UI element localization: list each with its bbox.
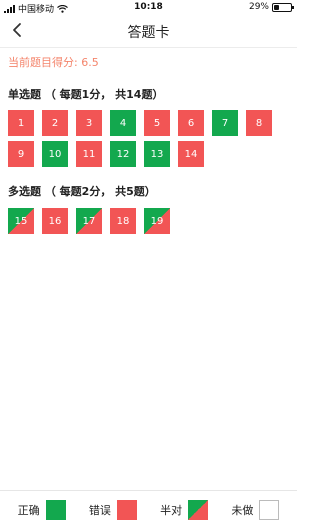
wrong-swatch	[116, 499, 137, 520]
question-cell[interactable]: 13	[144, 141, 170, 167]
question-number: 9	[17, 148, 25, 160]
correct-swatch	[45, 499, 66, 520]
legend-correct-label: 正确	[17, 503, 40, 517]
question-number: 8	[255, 117, 263, 129]
single-choice-grid: 1 2 3 4 5 6 7 8 9 10 11 12 13 14	[8, 110, 293, 167]
question-number: 6	[187, 117, 195, 129]
multi-choice-grid: 15 16 17 18 19	[8, 208, 293, 234]
question-number: 19	[150, 215, 164, 227]
status-bar: 中国移动 10:18 29%	[0, 0, 297, 15]
question-number: 5	[153, 117, 161, 129]
question-number: 3	[85, 117, 93, 129]
legend-wrong-label: 错误	[88, 503, 111, 517]
section-title-label: 单选题	[8, 88, 41, 101]
question-number: 4	[119, 117, 127, 129]
question-cell[interactable]: 14	[178, 141, 204, 167]
question-cell[interactable]: 2	[42, 110, 68, 136]
question-cell[interactable]: 3	[76, 110, 102, 136]
section-title-label: 多选题	[8, 185, 41, 198]
question-cell[interactable]: 8	[246, 110, 272, 136]
question-cell[interactable]: 4	[110, 110, 136, 136]
section-note: （ 每题2分， 共5题）	[44, 185, 156, 198]
half-correct-swatch	[188, 499, 209, 520]
unanswered-swatch	[259, 499, 280, 520]
question-number: 13	[150, 148, 164, 160]
question-cell[interactable]: 11	[76, 141, 102, 167]
question-cell[interactable]: 6	[178, 110, 204, 136]
battery-icon	[272, 2, 294, 12]
question-number: 11	[82, 148, 96, 160]
question-number: 10	[48, 148, 62, 160]
question-number: 12	[116, 148, 130, 160]
multi-choice-section-title: 多选题 （ 每题2分， 共5题）	[8, 183, 156, 199]
question-number: 1	[17, 117, 25, 129]
legend-correct: 正确	[17, 499, 66, 520]
question-number: 15	[14, 215, 28, 227]
question-cell[interactable]: 15	[8, 208, 34, 234]
question-number: 17	[82, 215, 96, 227]
status-right: 29%	[248, 2, 294, 12]
question-cell[interactable]: 5	[144, 110, 170, 136]
legend-bar: 正确 错误 半对 未做	[0, 490, 297, 528]
legend-unanswered: 未做	[231, 499, 280, 520]
question-cell[interactable]: 12	[110, 141, 136, 167]
legend-wrong: 错误	[88, 499, 137, 520]
question-number: 18	[116, 215, 130, 227]
question-cell[interactable]: 1	[8, 110, 34, 136]
question-number: 7	[221, 117, 229, 129]
score-value: 6.5	[81, 56, 99, 69]
question-cell[interactable]: 10	[42, 141, 68, 167]
question-number: 14	[184, 148, 198, 160]
question-cell[interactable]: 9	[8, 141, 34, 167]
nav-bar: 答题卡	[0, 14, 297, 48]
score-label: 当前题目得分:	[8, 56, 78, 69]
single-choice-section-title: 单选题 （ 每题1分， 共14题）	[8, 86, 163, 102]
page-title: 答题卡	[127, 25, 170, 41]
question-cell[interactable]: 19	[144, 208, 170, 234]
question-number: 2	[51, 117, 59, 129]
question-cell[interactable]: 7	[212, 110, 238, 136]
battery-level	[274, 4, 279, 10]
battery-percent: 29%	[248, 2, 269, 12]
legend-half-label: 半对	[160, 503, 183, 517]
legend-half: 半对	[160, 499, 209, 520]
legend-unanswered-label: 未做	[231, 503, 254, 517]
question-cell[interactable]: 16	[42, 208, 68, 234]
question-number: 16	[48, 215, 62, 227]
section-note: （ 每题1分， 共14题）	[44, 88, 164, 101]
question-cell[interactable]: 18	[110, 208, 136, 234]
question-cell[interactable]: 17	[76, 208, 102, 234]
current-score: 当前题目得分: 6.5	[8, 54, 99, 70]
